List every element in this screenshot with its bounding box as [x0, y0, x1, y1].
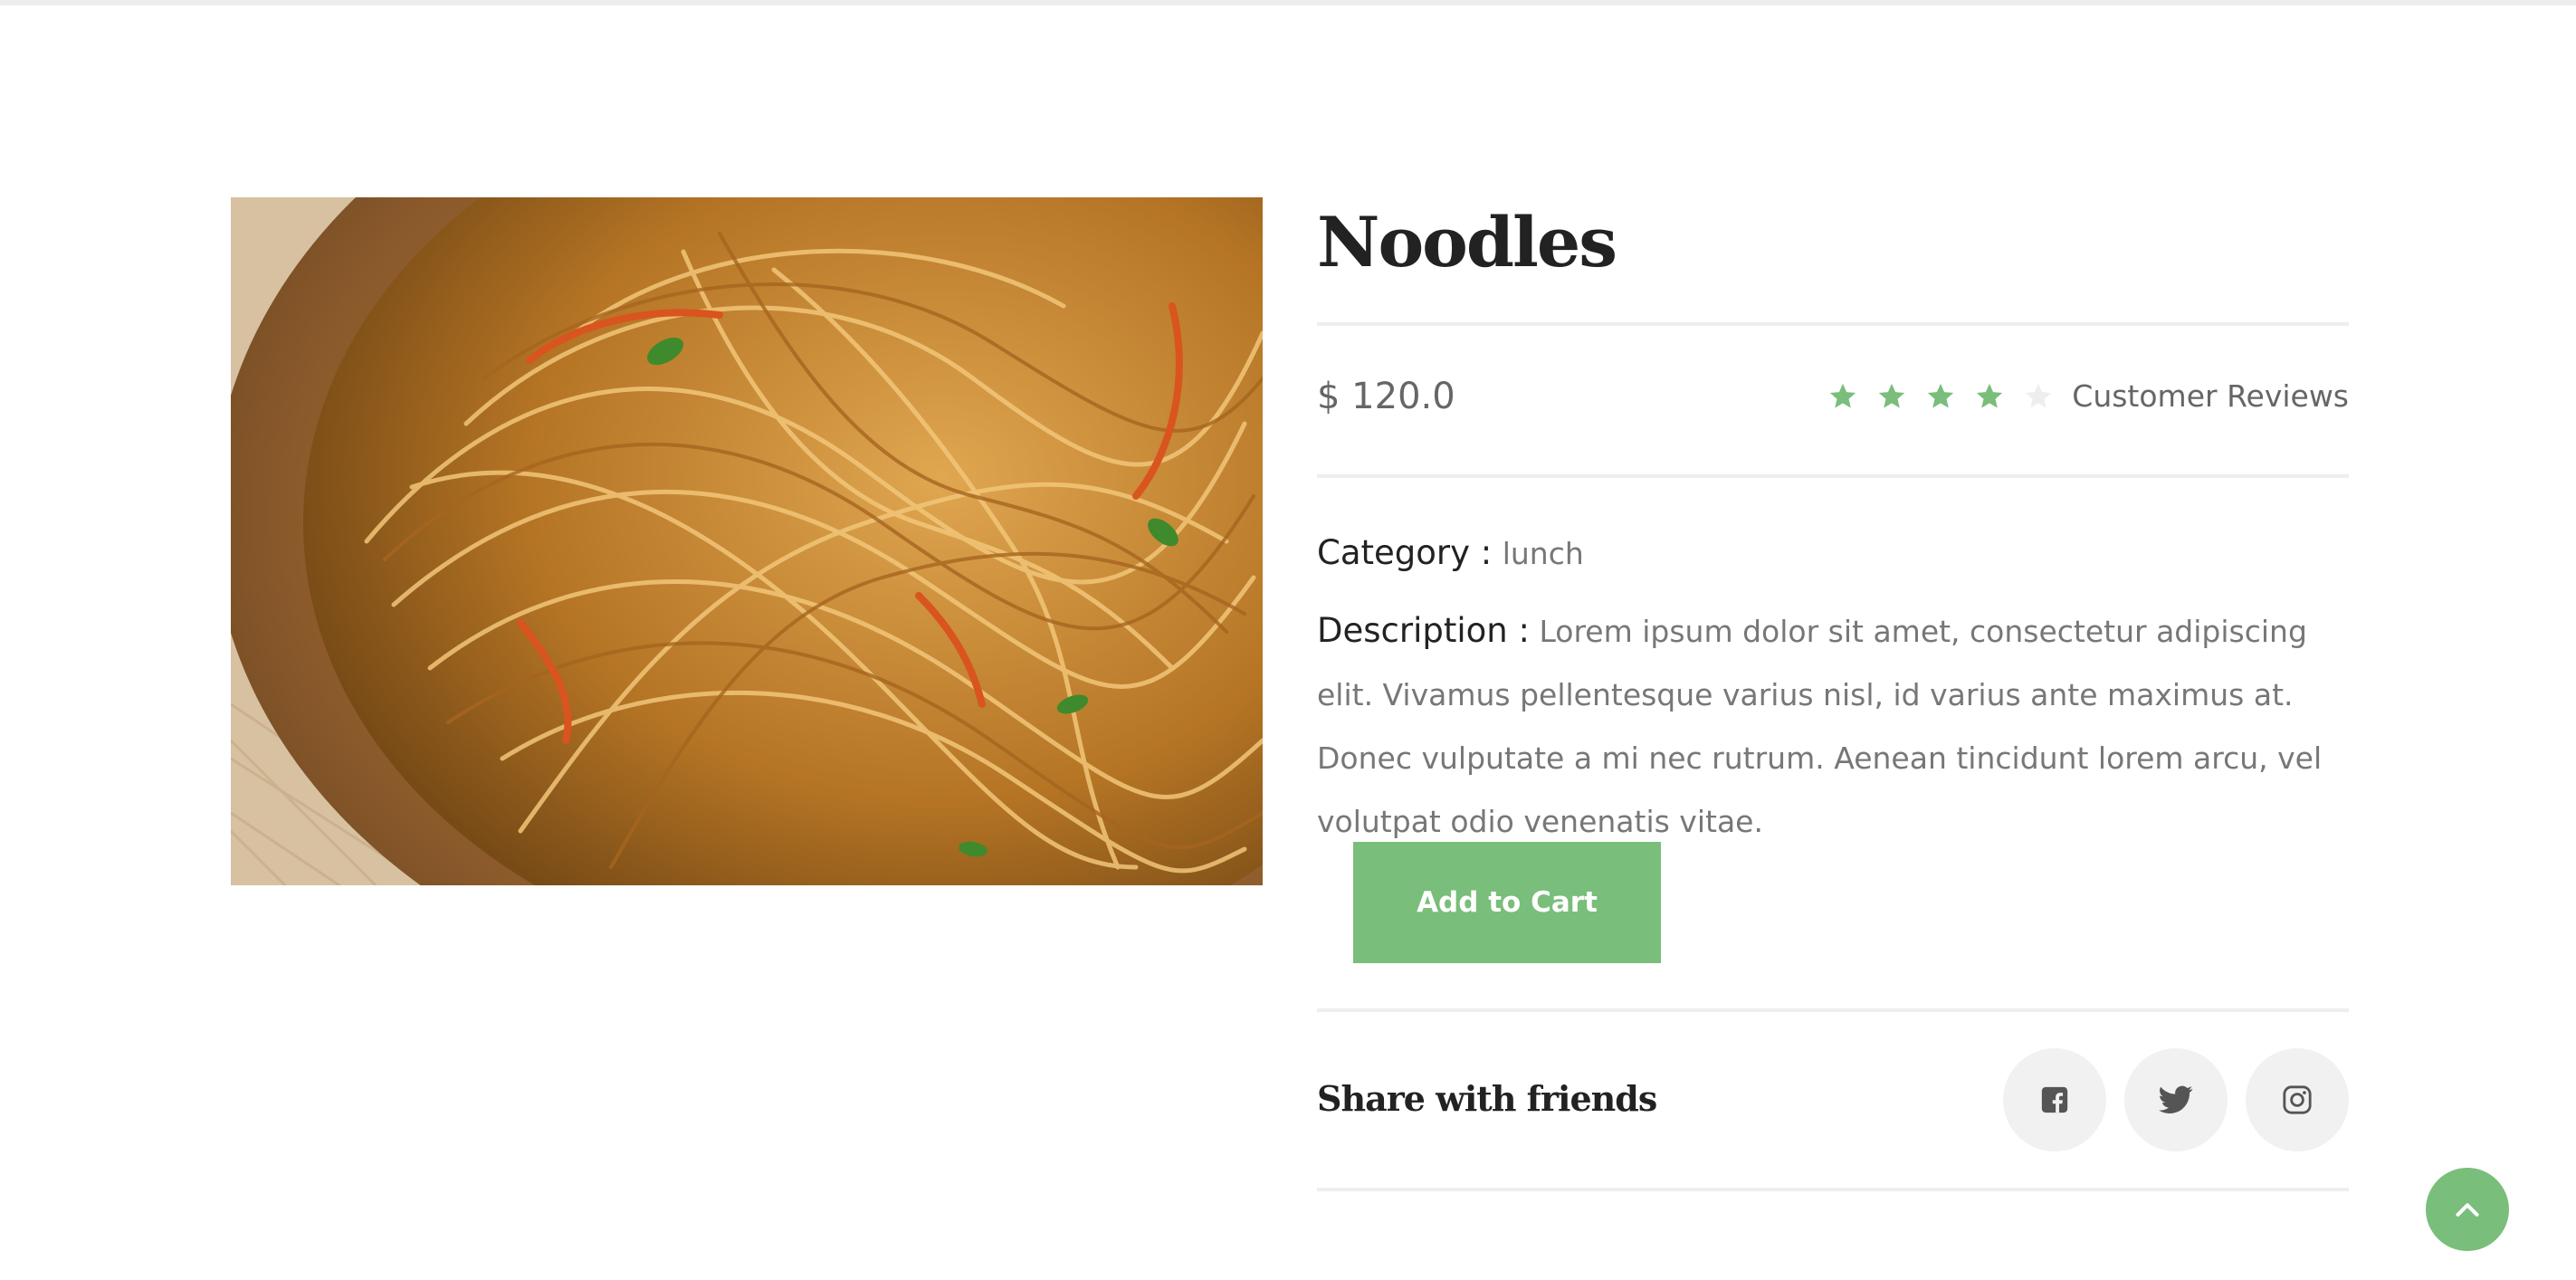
- category-row: Category : lunch: [1317, 530, 1584, 577]
- twitter-icon: [2159, 1085, 2193, 1114]
- product-detail-page: Noodles $ 120.0 Customer Reviews Categor…: [0, 0, 2576, 1280]
- star-icon: [1867, 374, 1916, 419]
- twitter-share-button[interactable]: [2124, 1048, 2228, 1151]
- divider: [1317, 322, 2349, 326]
- instagram-share-button[interactable]: [2246, 1048, 2349, 1151]
- facebook-icon: [2041, 1086, 2068, 1113]
- star-icon: [1818, 374, 1867, 419]
- category-value: lunch: [1502, 536, 1584, 571]
- star-icon: [1965, 374, 2014, 419]
- description: Description : Lorem ipsum dolor sit amet…: [1317, 599, 2349, 854]
- star-icon: [1916, 374, 1965, 419]
- top-border: [0, 0, 2576, 5]
- description-label: Description :: [1317, 611, 1530, 650]
- divider: [1317, 474, 2349, 478]
- category-label: Category :: [1317, 533, 1493, 572]
- customer-reviews-link[interactable]: Customer Reviews: [2072, 374, 2349, 419]
- instagram-icon: [2283, 1085, 2312, 1114]
- add-to-cart-button[interactable]: Add to Cart: [1353, 842, 1661, 963]
- facebook-share-button[interactable]: [2003, 1048, 2106, 1151]
- share-title: Share with friends: [1317, 1078, 1657, 1119]
- product-title: Noodles: [1317, 202, 1617, 282]
- divider: [1317, 1188, 2349, 1191]
- product-image: [231, 197, 1263, 885]
- back-to-top-button[interactable]: [2426, 1168, 2509, 1251]
- star-empty-icon: [2014, 374, 2063, 419]
- share-icons: [2003, 1048, 2349, 1151]
- chevron-up-icon: [2456, 1203, 2479, 1217]
- product-price: $ 120.0: [1317, 376, 1455, 417]
- divider: [1317, 1008, 2349, 1012]
- rating: Customer Reviews: [1818, 374, 2349, 419]
